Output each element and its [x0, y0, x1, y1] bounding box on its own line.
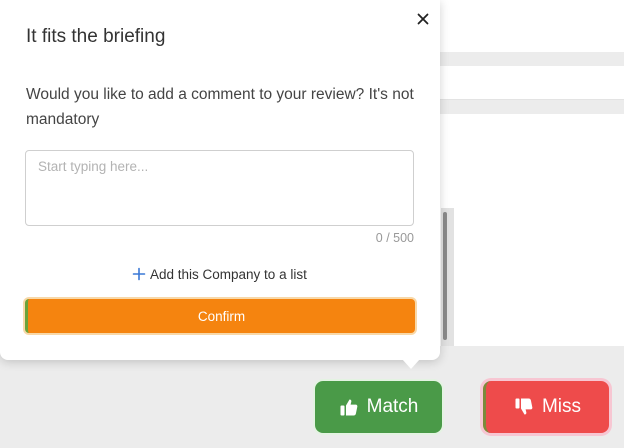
scrollbar-thumb[interactable]: [443, 212, 447, 340]
plus-icon: [132, 267, 146, 281]
background-row: [440, 66, 624, 100]
match-label: Match: [366, 396, 419, 417]
background-divider: [440, 52, 624, 66]
background-divider: [440, 100, 624, 114]
add-company-to-list-label: Add this Company to a list: [150, 266, 307, 282]
background-panel: [440, 0, 624, 52]
close-icon: [417, 13, 429, 25]
add-company-to-list-link[interactable]: Add this Company to a list: [132, 264, 307, 284]
close-button[interactable]: [412, 8, 434, 30]
popover-title: It fits the briefing: [26, 26, 166, 47]
miss-label: Miss: [541, 396, 582, 417]
review-comment-popover: It fits the briefing Would you like to a…: [0, 0, 440, 360]
popover-pointer: [402, 359, 420, 369]
thumbs-up-icon: [339, 397, 359, 417]
miss-button[interactable]: Miss: [483, 381, 609, 433]
match-button[interactable]: Match: [315, 381, 442, 433]
comment-prompt: Would you like to add a comment to your …: [26, 86, 414, 128]
thumbs-down-icon: [514, 397, 534, 417]
character-counter: 0 / 500: [375, 231, 414, 245]
comment-input[interactable]: [25, 150, 414, 226]
confirm-button[interactable]: Confirm: [25, 299, 415, 333]
